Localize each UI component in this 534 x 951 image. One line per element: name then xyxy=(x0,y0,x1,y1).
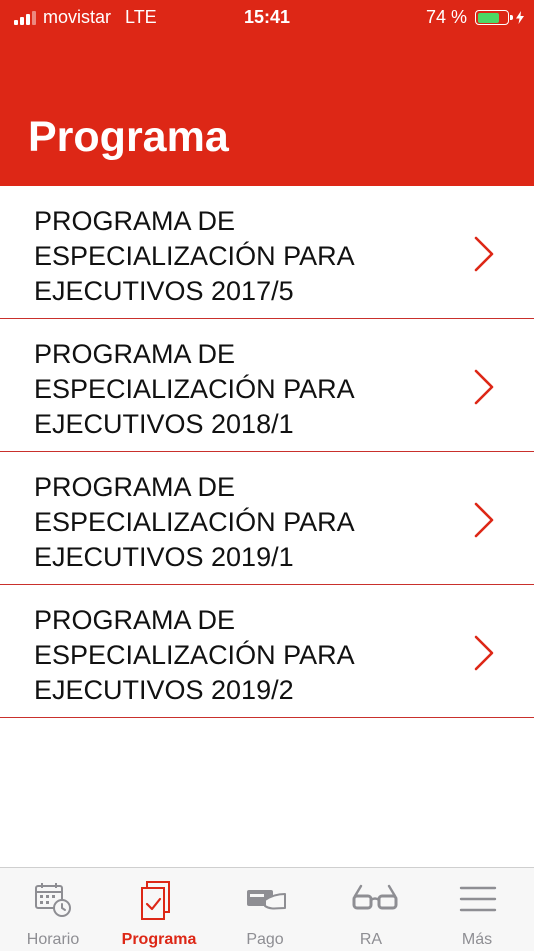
program-row[interactable]: PROGRAMA DE ESPECIALIZACIÓN PARA EJECUTI… xyxy=(0,186,534,319)
chevron-right-icon xyxy=(474,369,494,405)
tab-programa[interactable]: Programa xyxy=(106,868,212,951)
hand-card-icon xyxy=(247,890,286,910)
program-label: PROGRAMA DE ESPECIALIZACIÓN PARA EJECUTI… xyxy=(34,339,355,439)
tab-mas[interactable]: Más xyxy=(424,868,530,951)
calendar-clock-icon xyxy=(35,883,71,917)
chevron-right-icon xyxy=(474,502,494,538)
tab-label: Pago xyxy=(246,931,284,948)
battery-fill xyxy=(477,12,499,23)
document-check-icon xyxy=(141,881,170,920)
status-right: 74 % xyxy=(426,7,524,28)
tab-label: Más xyxy=(461,931,493,948)
program-row[interactable]: PROGRAMA DE ESPECIALIZACIÓN PARA EJECUTI… xyxy=(0,585,534,718)
page-title: Programa xyxy=(28,113,229,161)
charging-bolt-icon xyxy=(516,11,524,24)
tab-pago[interactable]: Pago xyxy=(212,868,318,951)
tab-label: Horario xyxy=(26,931,80,948)
tab-label: Programa xyxy=(121,931,197,948)
header: movistar LTE 15:41 74 % Programa xyxy=(0,0,534,186)
chevron-right-icon xyxy=(474,236,494,272)
program-label: PROGRAMA DE ESPECIALIZACIÓN PARA EJECUTI… xyxy=(34,605,355,705)
menu-icon xyxy=(459,886,497,912)
battery-percent: 74 % xyxy=(425,7,467,27)
battery-icon xyxy=(475,10,513,25)
tab-label: RA xyxy=(359,931,383,948)
program-list: PROGRAMA DE ESPECIALIZACIÓN PARA EJECUTI… xyxy=(0,186,534,718)
tab-horario[interactable]: Horario xyxy=(0,868,106,951)
tab-ra[interactable]: RA xyxy=(318,868,424,951)
program-label: PROGRAMA DE ESPECIALIZACIÓN PARA EJECUTI… xyxy=(34,206,355,306)
program-row[interactable]: PROGRAMA DE ESPECIALIZACIÓN PARA EJECUTI… xyxy=(0,319,534,452)
status-bar: movistar LTE 15:41 74 % xyxy=(0,0,534,36)
chevron-right-icon xyxy=(474,635,494,671)
program-row[interactable]: PROGRAMA DE ESPECIALIZACIÓN PARA EJECUTI… xyxy=(0,452,534,585)
ar-glasses-icon xyxy=(352,884,398,910)
program-label: PROGRAMA DE ESPECIALIZACIÓN PARA EJECUTI… xyxy=(34,472,355,572)
tab-bar: Horario Programa Pago RA Más xyxy=(0,867,534,951)
